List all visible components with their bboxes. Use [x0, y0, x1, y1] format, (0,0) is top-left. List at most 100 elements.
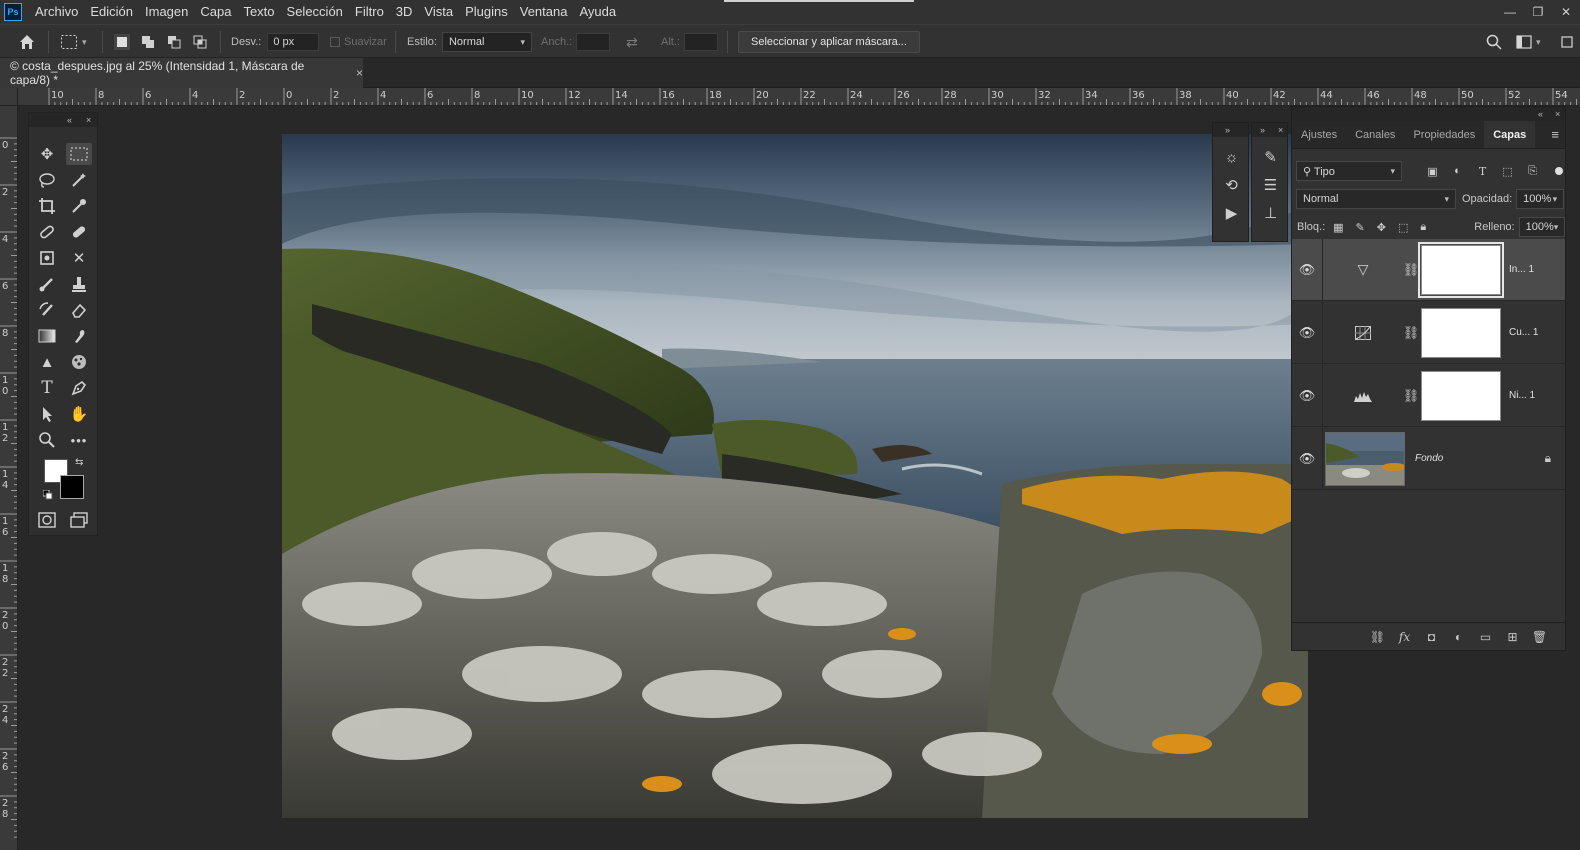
mini-panel-header-1[interactable]: » — [1213, 123, 1248, 137]
filter-adjustment-icon[interactable]: ◐ — [1451, 165, 1464, 178]
restore-button[interactable]: ❐ — [1524, 0, 1552, 24]
new-group-folder-icon[interactable]: ▭ — [1472, 630, 1499, 644]
menu-seleccion[interactable]: Selección — [280, 0, 348, 24]
new-selection-button[interactable] — [114, 34, 130, 50]
filter-shape-icon[interactable]: ⬚ — [1501, 165, 1514, 178]
marquee-preset-picker[interactable]: ▾ — [60, 25, 87, 59]
panel-menu-icon[interactable]: ≡ — [1551, 127, 1559, 142]
tab-capas[interactable]: Capas — [1484, 121, 1536, 148]
adjustments-panel-button[interactable]: ☰ — [1252, 171, 1289, 199]
horizontal-ruler[interactable]: 10 8 6 4 2 0 2 4 6 8 10 12 14 16 18 20 22 24 26 28 30 32 34 36 3… — [18, 88, 1580, 106]
close-document-button[interactable]: × — [356, 66, 363, 80]
menu-plugins[interactable]: Plugins — [458, 0, 513, 24]
spot-healing-tool[interactable] — [34, 221, 60, 243]
history-brush-tool[interactable] — [34, 299, 60, 321]
layer-row-curves[interactable]: 👁︎ ⛓︎ Cu... 1 — [1292, 301, 1565, 364]
add-mask-icon[interactable]: ◘ — [1418, 630, 1445, 644]
more-tools-button[interactable]: ••• — [66, 429, 92, 451]
intersect-selection-button[interactable] — [192, 34, 208, 50]
smudge-tool[interactable] — [66, 325, 92, 347]
eyedropper-tool[interactable] — [66, 195, 92, 217]
sponge-tool[interactable] — [66, 351, 92, 373]
swap-dimensions-button[interactable]: ⇄ — [626, 25, 638, 59]
close-mini-panel-button[interactable]: × — [1278, 123, 1283, 137]
menu-imagen[interactable]: Imagen — [138, 0, 193, 24]
tab-canales[interactable]: Canales — [1346, 121, 1404, 148]
select-and-mask-button[interactable]: Seleccionar y aplicar máscara... — [738, 31, 920, 53]
layer-mask-thumbnail[interactable] — [1421, 307, 1501, 358]
close-layers-panel-button[interactable]: × — [1555, 107, 1560, 121]
type-tool[interactable]: T — [34, 377, 60, 399]
magic-wand-tool[interactable] — [66, 169, 92, 191]
menu-capa[interactable]: Capa — [193, 0, 236, 24]
tab-ajustes[interactable]: Ajustes — [1292, 121, 1346, 148]
layer-filter-select[interactable]: ⚲ Tipo ▾ — [1296, 161, 1402, 181]
home-button[interactable] — [18, 25, 36, 59]
close-window-button[interactable]: ✕ — [1552, 0, 1580, 24]
filter-smart-object-icon[interactable]: ⎘ — [1526, 165, 1539, 178]
menu-edicion[interactable]: Edición — [83, 0, 138, 24]
search-button[interactable] — [1486, 25, 1502, 59]
history-panel-button[interactable]: ⟲ — [1213, 171, 1250, 199]
layer-lock-icon[interactable]: 🔒︎ — [1545, 451, 1551, 466]
brush-tool[interactable] — [34, 273, 60, 295]
menu-archivo[interactable]: Archivo — [28, 0, 83, 24]
minimize-button[interactable]: — — [1496, 0, 1524, 24]
workspace-button[interactable]: ▾ — [1516, 25, 1541, 59]
crop-tool[interactable] — [34, 195, 60, 217]
mask-link-icon[interactable]: ⛓︎ — [1403, 325, 1420, 341]
healing-brush-tool[interactable] — [66, 221, 92, 243]
add-selection-button[interactable] — [140, 34, 156, 50]
vertical-ruler[interactable]: 0 2 4 6 8 10 12 14 16 18 20 22 24 26 28 — [0, 106, 18, 850]
brush-settings-panel-button[interactable]: ✎ — [1252, 143, 1289, 171]
collapse-tools-button[interactable]: « — [67, 113, 72, 127]
antialias-checkbox[interactable] — [330, 37, 340, 47]
swap-colors-icon[interactable]: ⇆ — [75, 457, 83, 468]
content-aware-move-alt-tool[interactable]: ✕ — [66, 247, 92, 269]
fill-input[interactable]: 100% ▾ — [1518, 217, 1566, 237]
mask-link-icon[interactable]: ⛓︎ — [1403, 262, 1420, 278]
menu-ayuda[interactable]: Ayuda — [572, 0, 621, 24]
share-button[interactable] — [1560, 25, 1574, 59]
lock-artboard-icon[interactable]: ⬚ — [1398, 221, 1408, 234]
layer-mask-thumbnail[interactable] — [1421, 370, 1501, 421]
move-tool[interactable]: ✥ — [34, 143, 60, 165]
collapse-layers-panel-button[interactable]: « — [1538, 107, 1543, 121]
layer-name[interactable]: Ni... 1 — [1509, 390, 1535, 401]
layer-name[interactable]: In... 1 — [1509, 264, 1534, 275]
eraser-tool[interactable] — [66, 299, 92, 321]
rect-marquee-tool[interactable] — [66, 143, 92, 165]
pen-tool[interactable] — [66, 377, 92, 399]
tab-propiedades[interactable]: Propiedades — [1404, 121, 1484, 148]
menu-filtro[interactable]: Filtro — [348, 0, 389, 24]
curves-adjustment-thumbnail[interactable] — [1323, 325, 1403, 340]
lock-all-icon[interactable]: 🔒︎ — [1420, 221, 1426, 234]
document-image[interactable] — [282, 134, 1308, 818]
layer-row-invert[interactable]: 👁︎ ▽ ⛓︎ In... 1 — [1292, 238, 1565, 301]
hand-tool[interactable]: ✋ — [66, 403, 92, 425]
background-layer-thumbnail[interactable] — [1325, 431, 1405, 486]
levels-adjustment-thumbnail[interactable] — [1323, 390, 1403, 402]
navigator-panel-button[interactable]: ☼ — [1213, 143, 1250, 171]
mini-panel-header-2[interactable]: » × — [1252, 123, 1287, 137]
feather-input[interactable]: 0 px — [267, 33, 320, 51]
height-input[interactable] — [683, 33, 718, 51]
blend-mode-select[interactable]: Normal ▾ — [1296, 189, 1456, 209]
layer-row-background[interactable]: 👁︎ Fondo 🔒︎ — [1292, 427, 1565, 490]
default-colors-icon[interactable] — [42, 489, 53, 500]
visibility-toggle[interactable]: 👁︎ — [1292, 388, 1322, 404]
width-input[interactable] — [576, 33, 611, 51]
lock-transparent-icon[interactable]: ▦ — [1333, 221, 1343, 234]
lock-position-icon[interactable]: ✥ — [1377, 221, 1386, 234]
visibility-toggle[interactable]: 👁︎ — [1292, 325, 1322, 341]
document-tab[interactable]: © costa_despues.jpg al 25% (Intensidad 1… — [0, 58, 363, 88]
visibility-toggle[interactable]: 👁︎ — [1292, 451, 1322, 467]
delete-layer-trash-icon[interactable]: 🗑︎ — [1526, 630, 1553, 644]
tools-panel-header[interactable]: « × — [29, 113, 97, 127]
subtract-selection-button[interactable] — [166, 34, 182, 50]
filter-toggle-icon[interactable] — [1555, 167, 1563, 175]
menu-texto[interactable]: Texto — [236, 0, 279, 24]
background-color-swatch[interactable] — [60, 475, 84, 499]
filter-pixel-icon[interactable]: ▣ — [1426, 165, 1439, 178]
layer-row-levels[interactable]: 👁︎ ⛓︎ Ni... 1 — [1292, 364, 1565, 427]
